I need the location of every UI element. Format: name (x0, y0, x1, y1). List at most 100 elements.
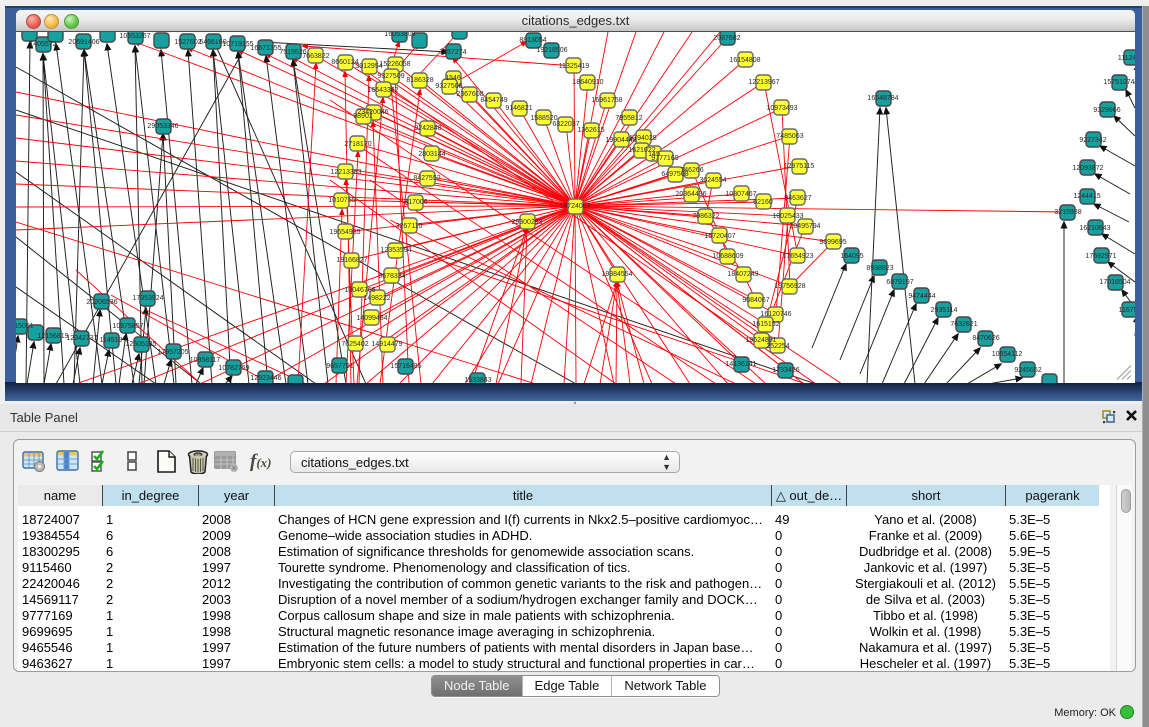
svg-text:17353924: 17353924 (132, 295, 163, 302)
svg-text:19756928: 19756928 (774, 283, 805, 290)
svg-text:10782759: 10782759 (218, 365, 249, 372)
svg-text:7955812: 7955812 (615, 115, 642, 122)
svg-text:3267110: 3267110 (396, 223, 423, 230)
svg-text:15751074: 15751074 (1103, 79, 1134, 86)
svg-text:16154808: 16154808 (729, 57, 760, 64)
svg-text:16671355: 16671355 (250, 45, 281, 52)
svg-text:12093872: 12093872 (1072, 165, 1103, 172)
svg-text:116753: 116753 (1119, 307, 1135, 314)
svg-text:6322037: 6322037 (552, 121, 579, 128)
svg-text:1533843: 1533843 (464, 377, 491, 384)
svg-text:19384554: 19384554 (601, 271, 632, 278)
svg-text:16543362: 16543362 (367, 87, 398, 94)
svg-text:18640910: 18640910 (572, 79, 603, 86)
svg-text:20364436: 20364436 (675, 191, 706, 198)
svg-text:1546: 1546 (445, 75, 461, 82)
svg-text:1362615: 1362615 (577, 127, 604, 134)
svg-text:10025433: 10025433 (772, 213, 803, 220)
svg-text:9227342: 9227342 (1079, 137, 1106, 144)
svg-text:12353594: 12353594 (380, 247, 411, 254)
svg-text:12156819: 12156819 (37, 333, 68, 340)
svg-text:1112486: 1112486 (1118, 55, 1135, 62)
svg-text:8470626: 8470626 (972, 335, 999, 342)
svg-text:252254: 252254 (766, 343, 789, 350)
svg-text:12213967: 12213967 (748, 79, 779, 86)
svg-text:7357274: 7357274 (439, 49, 466, 56)
svg-text:18724007: 18724007 (559, 203, 590, 210)
svg-text:1498222: 1498222 (363, 295, 390, 302)
svg-text:16120746: 16120746 (760, 311, 791, 318)
svg-text:9084067: 9084067 (742, 297, 769, 304)
svg-text:19654985: 19654985 (329, 229, 360, 236)
svg-text:12923446: 12923446 (250, 375, 281, 382)
svg-text:9329966: 9329966 (1093, 107, 1120, 114)
svg-text:8427552: 8427552 (413, 175, 440, 182)
svg-text:9327508: 9327508 (435, 83, 462, 90)
svg-text:20691406: 20691406 (68, 39, 99, 46)
svg-text:10046766: 10046766 (344, 287, 375, 294)
svg-text:17016504: 17016504 (1099, 279, 1130, 286)
svg-text:14136141: 14136141 (725, 361, 756, 368)
svg-text:1405572: 1405572 (29, 41, 56, 48)
svg-text:10719155: 10719155 (222, 41, 253, 48)
svg-text:1244415: 1244415 (1073, 193, 1100, 200)
svg-text:16648784: 16648784 (867, 95, 898, 102)
svg-text:18407249: 18407249 (727, 271, 758, 278)
svg-text:10958117: 10958117 (190, 357, 221, 364)
svg-text:29053346: 29053346 (147, 123, 178, 130)
svg-text:16210643: 16210643 (1079, 225, 1110, 232)
svg-text:9474444: 9474444 (908, 293, 935, 300)
svg-text:9463627: 9463627 (784, 195, 811, 202)
svg-text:9242848: 9242848 (414, 125, 441, 132)
svg-text:17654923: 17654923 (782, 253, 813, 260)
svg-text:16053809: 16053809 (384, 32, 415, 38)
svg-text:6794028: 6794028 (629, 135, 656, 142)
svg-text:19166827: 19166827 (336, 257, 367, 264)
svg-text:12505135: 12505135 (125, 341, 156, 348)
svg-text:15720407: 15720407 (704, 233, 735, 240)
svg-text:1733426: 1733426 (772, 367, 799, 374)
svg-text:11325419: 11325419 (559, 63, 590, 70)
svg-text:9146821: 9146821 (505, 105, 532, 112)
svg-text:29300293: 29300293 (511, 219, 542, 226)
svg-text:8813054: 8813054 (519, 37, 546, 44)
svg-text:62160: 62160 (753, 199, 773, 206)
svg-text:98901: 98901 (353, 113, 373, 120)
svg-text:20495794: 20495794 (789, 223, 820, 230)
svg-text:8938923: 8938923 (866, 265, 893, 272)
svg-text:2935114: 2935114 (931, 307, 958, 314)
svg-text:9699695: 9699695 (819, 239, 846, 246)
svg-text:12975115: 12975115 (784, 163, 815, 170)
svg-text:746266: 746266 (680, 167, 703, 174)
svg-text:5678334: 5678334 (378, 273, 405, 280)
svg-text:17692971: 17692971 (1085, 253, 1116, 260)
svg-text:17957205: 17957205 (157, 349, 188, 356)
svg-text:7986322: 7986322 (692, 213, 719, 220)
svg-text:16961758: 16961758 (591, 97, 622, 104)
svg-text:3315061: 3315061 (16, 323, 34, 330)
svg-text:10973493: 10973493 (766, 105, 797, 112)
svg-text:7663822: 7663822 (302, 53, 329, 60)
svg-text:7632621: 7632621 (950, 321, 977, 328)
svg-text:1010755: 1010755 (328, 197, 355, 204)
svg-text:10807467: 10807467 (725, 191, 756, 198)
svg-text:12342737: 12342737 (66, 335, 97, 342)
svg-text:9245652: 9245652 (1014, 367, 1041, 374)
svg-text:2803144: 2803144 (418, 151, 445, 158)
svg-text:9657791: 9657791 (326, 363, 353, 370)
svg-text:164095: 164095 (840, 253, 863, 260)
svg-text:10975857: 10975857 (112, 323, 143, 330)
svg-text:12213383: 12213383 (330, 169, 361, 176)
svg-text:10653267: 10653267 (119, 33, 150, 40)
svg-text:2718170: 2718170 (344, 141, 371, 148)
svg-text:8186328: 8186328 (406, 77, 433, 84)
svg-text:15716485: 15716485 (390, 363, 421, 370)
svg-text:14099484: 14099484 (356, 315, 387, 322)
svg-text:3215938: 3215938 (1054, 209, 1081, 216)
svg-text:19218506: 19218506 (536, 47, 567, 54)
svg-text:2087682: 2087682 (713, 35, 740, 42)
svg-text:7485063: 7485063 (776, 133, 803, 140)
svg-text:1527602: 1527602 (174, 39, 201, 46)
svg-text:9327509: 9327509 (377, 73, 404, 80)
svg-text:8454749: 8454749 (480, 97, 507, 104)
